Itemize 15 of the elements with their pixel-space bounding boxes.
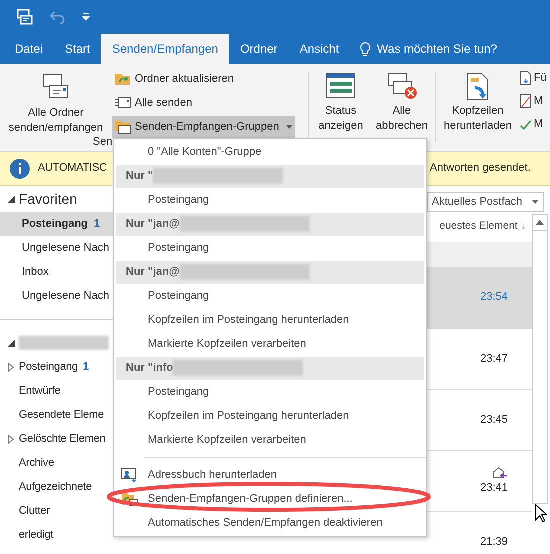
scope-label: Aktuelles Postfach [432,194,522,210]
time-label: 21:39 [480,534,508,550]
time-label: 23:54 [480,290,508,306]
group-label: Sen [93,134,113,150]
group-header: Nur "jan@ [126,264,180,280]
group-header: Nur "jan@ [126,216,180,232]
unread-count: 1 [94,216,100,232]
group-header: Nur " [126,168,154,184]
time-label: 23:45 [480,412,508,428]
info-message: Antworten gesendet. [430,161,531,176]
info-message: AUTOMATISC [38,161,108,176]
group-header: Nur "info [126,360,174,376]
time-label: 23:47 [480,352,508,367]
time-label: 23:41 [480,480,508,496]
unread-count: 1 [82,360,89,375]
